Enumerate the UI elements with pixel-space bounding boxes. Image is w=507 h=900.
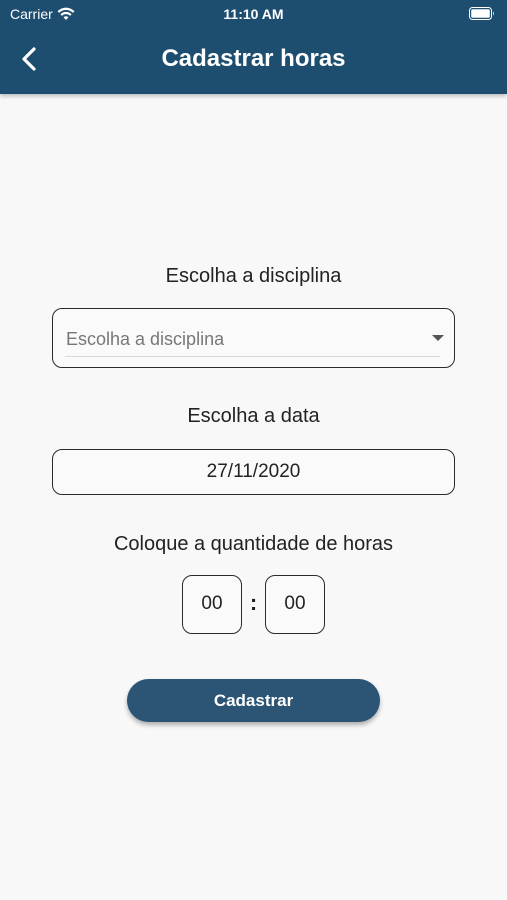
minutes-input[interactable]: 00 xyxy=(265,575,325,634)
hours-label: Coloque a quantidade de horas xyxy=(113,533,394,555)
app-header: Carrier 11:10 AM Cadastrar horas xyxy=(0,0,507,94)
discipline-placeholder: Escolha a disciplina xyxy=(66,329,225,349)
dropdown-caret-icon xyxy=(432,335,444,341)
status-time: 11:10 AM xyxy=(223,6,284,22)
status-bar: Carrier 11:10 AM xyxy=(0,0,507,28)
discipline-select[interactable]: Escolha a disciplina xyxy=(52,308,455,368)
date-label: Escolha a data xyxy=(187,405,320,427)
discipline-label: Escolha a disciplina xyxy=(165,265,342,287)
battery-icon xyxy=(469,7,495,20)
date-field[interactable]: 27/11/2020 xyxy=(52,449,455,495)
submit-button[interactable]: Cadastrar xyxy=(127,679,380,722)
dropdown-underline xyxy=(65,356,440,357)
hours-input[interactable]: 00 xyxy=(182,575,242,634)
page-title: Cadastrar horas xyxy=(161,45,346,72)
time-separator: : xyxy=(249,590,258,615)
